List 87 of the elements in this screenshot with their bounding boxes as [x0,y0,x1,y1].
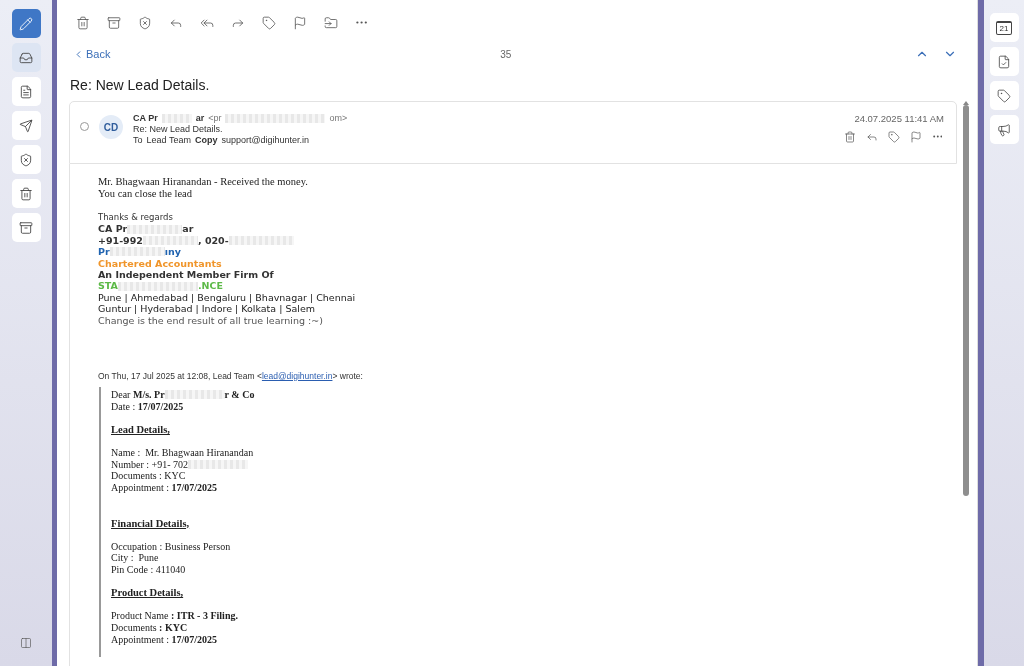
pencil-icon [19,16,33,31]
signature-text: CA Pr [98,223,128,235]
signature-text: An Independent Member Firm Of [98,269,274,281]
back-label: Back [86,48,111,60]
to-label: To [133,135,143,146]
folder-button[interactable] [11,213,41,242]
quoted-text: Appointment : 17/07/2025 [111,482,218,494]
copy-recipient: support@digihunter.in [221,135,310,146]
calendar-icon: 21 [996,20,1012,35]
tag-icon [997,88,1011,103]
scroll-up-arrow-icon[interactable] [963,101,969,105]
archive-icon [106,15,121,30]
tag-icon [887,130,900,143]
flag-icon [909,130,922,143]
tag-icon [261,15,276,30]
quote-header: On Thu, 17 Jul 2025 at 12:08, Lead Team <lead@digihunter.in> wrote: [98,371,364,382]
signature-text: Thanks & regards [98,212,173,224]
calendar-button[interactable]: 21 [989,13,1019,42]
signature-text: STA [98,280,118,292]
trash-button[interactable] [843,130,856,143]
signature-text: Change is the end result of all true learning :~) [98,314,323,327]
shield-x-icon [19,152,33,167]
folder-button[interactable] [11,43,41,72]
document-check-icon [997,54,1011,69]
trash-icon [843,130,856,143]
megaphone-button[interactable] [989,115,1019,144]
document-check-button[interactable] [989,47,1019,76]
megaphone-icon [997,122,1011,137]
quoted-text: Documents : KYC [111,622,188,634]
trash-icon [19,186,33,201]
compose-button[interactable] [11,9,41,38]
signature-text: Pune | Ahmedabad | Bengaluru | Bhavnagar | Chennai [98,291,356,304]
flag-button[interactable] [909,130,922,143]
quoted-text: Occupation : Business Person [111,540,231,553]
tag-button[interactable] [887,130,900,143]
flag-icon [292,15,307,30]
sender-address: <pr [208,113,222,124]
inbox-icon [19,50,33,65]
signature-text: Chartered Accountants [98,257,222,270]
message-date: 24.07.2025 11:41 AM [854,113,944,124]
sender-avatar: CD [99,115,123,139]
sender-address: om> [329,113,348,124]
message-position: 35 [499,48,513,60]
more-icon [932,135,943,138]
quoted-text: City : Pune [111,552,159,564]
quoted-text: Date : 17/07/2025 [111,400,184,413]
section-heading: Lead Details, [111,424,171,436]
quoted-text: Appointment : 17/07/2025 [111,633,218,646]
quoted-text: r & Co [224,389,255,401]
signature-text: +91-992 [98,234,143,247]
sender-name: ar [195,113,205,124]
signature-text: .NCE [197,280,223,292]
quoted-text: Pin Code : 411040 [111,563,186,576]
shield-x-icon [137,15,152,30]
signature-text: Guntur | Hyderabad | Indore | Kolkata | Salem [98,303,315,315]
quoted-text: Documents : KYC [111,470,186,483]
email-link[interactable]: lead@digihunter.in [261,371,333,382]
quoted-text: Product Name : ITR - 3 Filing. [111,610,238,622]
copy-label: Copy [194,135,218,146]
tag-button[interactable] [989,81,1019,110]
folder-icon [323,15,338,30]
document-icon [19,84,33,99]
paper-plane-icon [19,118,33,133]
quoted-text: Dear M/s. Pr [111,389,165,401]
folder-button[interactable] [11,77,41,106]
signature-text: , 020- [197,234,229,247]
folder-button[interactable] [11,145,41,174]
quoted-text: Name : Mr. Bhagwaan Hiranandan [111,447,254,459]
back-link[interactable]: Back [73,48,111,60]
signature-text: ıny [164,246,181,258]
signature-text: Pr [98,246,110,258]
message-subject: Re: New Lead Details. [70,77,211,95]
folder-button[interactable] [11,111,41,140]
more-icon [355,21,368,24]
sender-name: CA Pr [133,113,158,124]
header-subject: Re: New Lead Details. [133,124,223,135]
message-text: You can close the lead [98,188,193,200]
signature-text: ar [182,223,194,235]
folder-button[interactable] [11,179,41,208]
section-heading: Financial Details, [111,517,191,529]
archive-icon [19,220,33,235]
message-text: Mr. Bhagwaan Hiranandan - Received the money. [98,176,309,188]
trash-icon [75,15,90,30]
panel-icon [20,636,32,649]
recipient: Lead Team [146,135,191,146]
quoted-text: Number : +91- 702 [111,458,189,471]
section-heading: Product Details, [111,587,185,599]
